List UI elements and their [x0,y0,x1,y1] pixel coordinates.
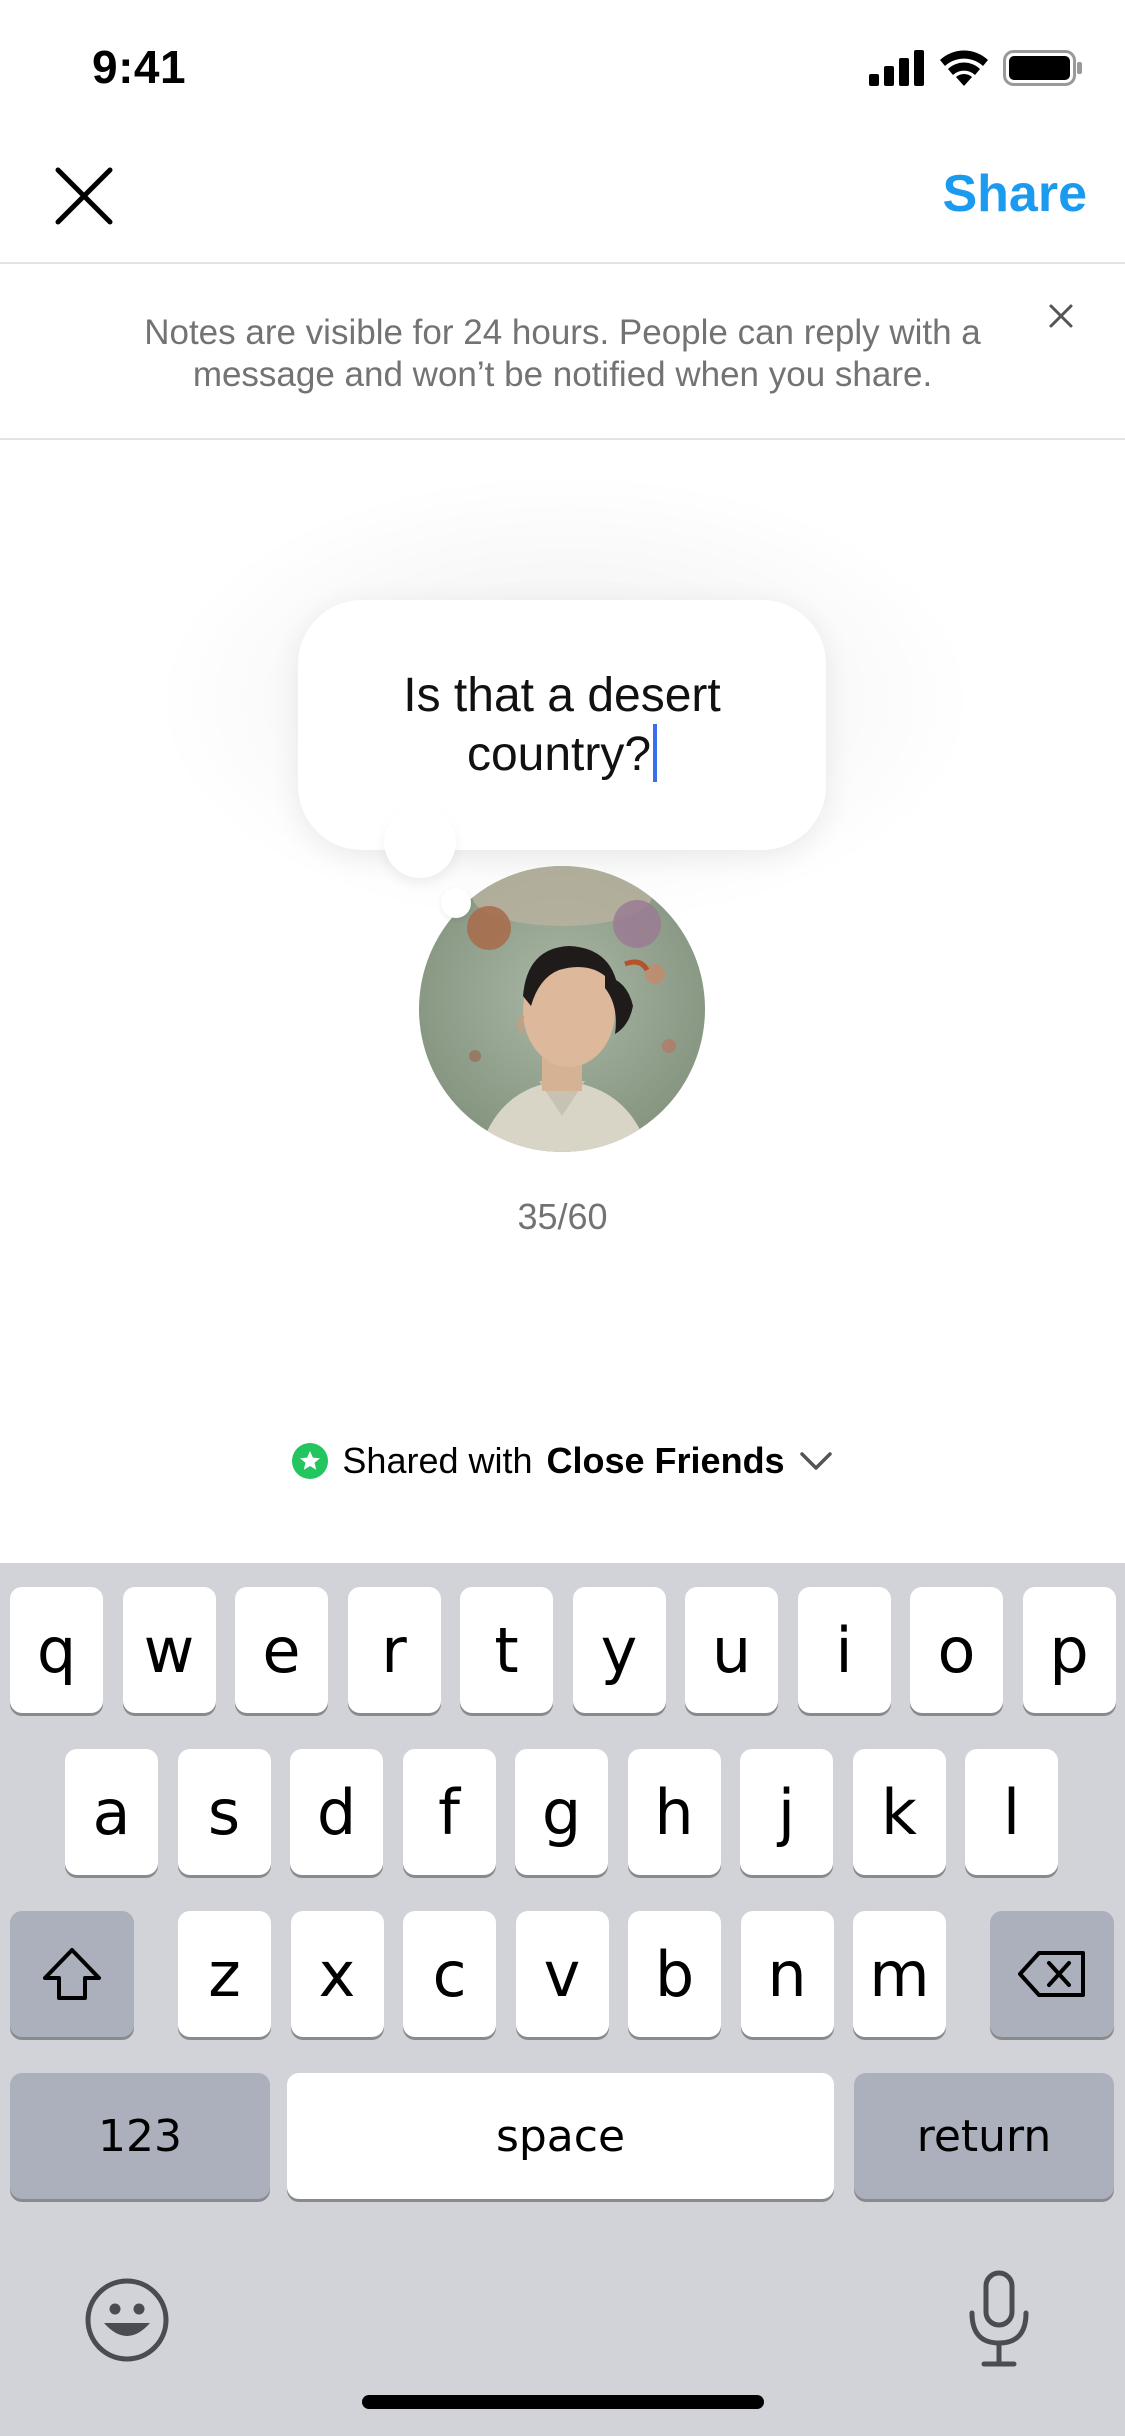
wifi-icon [940,50,988,86]
key-b[interactable]: b [628,1911,721,2037]
key-d[interactable]: d [290,1749,383,1875]
key-o[interactable]: o [910,1587,1003,1713]
key-z[interactable]: z [178,1911,271,2037]
close-icon [1049,304,1073,328]
note-bubble[interactable]: Is that a desert country? [298,600,826,850]
thought-dot-large [384,806,456,878]
status-time: 9:41 [92,41,187,93]
key-c[interactable]: c [403,1911,496,2037]
home-indicator [362,2395,764,2409]
key-i[interactable]: i [797,1587,891,1713]
space-key[interactable]: space [287,2073,834,2199]
key-u[interactable]: u [685,1587,778,1713]
status-icons [869,48,1083,88]
keyboard: qwertyuiop asdfghjkl zxcvbnm 123 space r… [0,1563,1125,2436]
thought-dot-small [441,888,471,918]
audience-group: Close Friends [546,1440,785,1481]
close-button[interactable] [46,158,122,234]
close-icon [55,167,113,225]
key-p[interactable]: p [1022,1587,1116,1713]
key-r[interactable]: r [347,1587,441,1713]
key-f[interactable]: f [402,1749,496,1875]
status-bar: 9:41 [0,0,1125,132]
delete-key[interactable] [990,1911,1114,2037]
shift-icon [43,1948,101,2000]
emoji-icon [85,2278,169,2362]
key-l[interactable]: l [965,1749,1058,1875]
chevron-down-icon [799,1452,832,1470]
info-banner: Notes are visible for 24 hours. People c… [0,266,1125,440]
microphone-icon [969,2270,1029,2367]
text-caret [653,724,658,782]
key-v[interactable]: v [515,1911,609,2037]
close-friends-star-icon [292,1443,329,1479]
battery-icon [1003,50,1082,86]
character-counter: 35/60 [517,1196,608,1237]
key-e[interactable]: e [235,1587,328,1713]
note-text: Is that a desert country? [403,669,721,781]
emoji-button[interactable] [84,2277,170,2363]
key-q[interactable]: q [10,1587,103,1713]
key-y[interactable]: y [572,1587,666,1713]
numbers-key[interactable]: 123 [10,2073,270,2199]
key-w[interactable]: w [122,1587,216,1713]
key-m[interactable]: m [853,1911,946,2037]
banner-text: Notes are visible for 24 hours. People c… [144,313,981,394]
banner-close-button[interactable] [1039,294,1083,338]
share-button[interactable]: Share [942,164,1087,224]
key-h[interactable]: h [627,1749,721,1875]
signal-icon [869,50,924,86]
key-x[interactable]: x [290,1911,384,2037]
key-g[interactable]: g [515,1749,608,1875]
top-navigation: Share [0,132,1125,264]
return-key[interactable]: return [854,2073,1114,2199]
key-j[interactable]: j [740,1749,833,1875]
key-n[interactable]: n [740,1911,834,2037]
key-k[interactable]: k [852,1749,946,1875]
note-text-input[interactable]: Is that a desert country? [352,667,772,783]
backspace-icon [1018,1951,1085,1997]
audience-selector[interactable]: Shared with Close Friends [0,1440,1125,1482]
key-a[interactable]: a [65,1749,158,1875]
dictation-button[interactable] [964,2269,1034,2369]
key-t[interactable]: t [460,1587,553,1713]
audience-prefix: Shared with [342,1440,533,1481]
shift-key[interactable] [10,1911,134,2037]
key-s[interactable]: s [177,1749,271,1875]
